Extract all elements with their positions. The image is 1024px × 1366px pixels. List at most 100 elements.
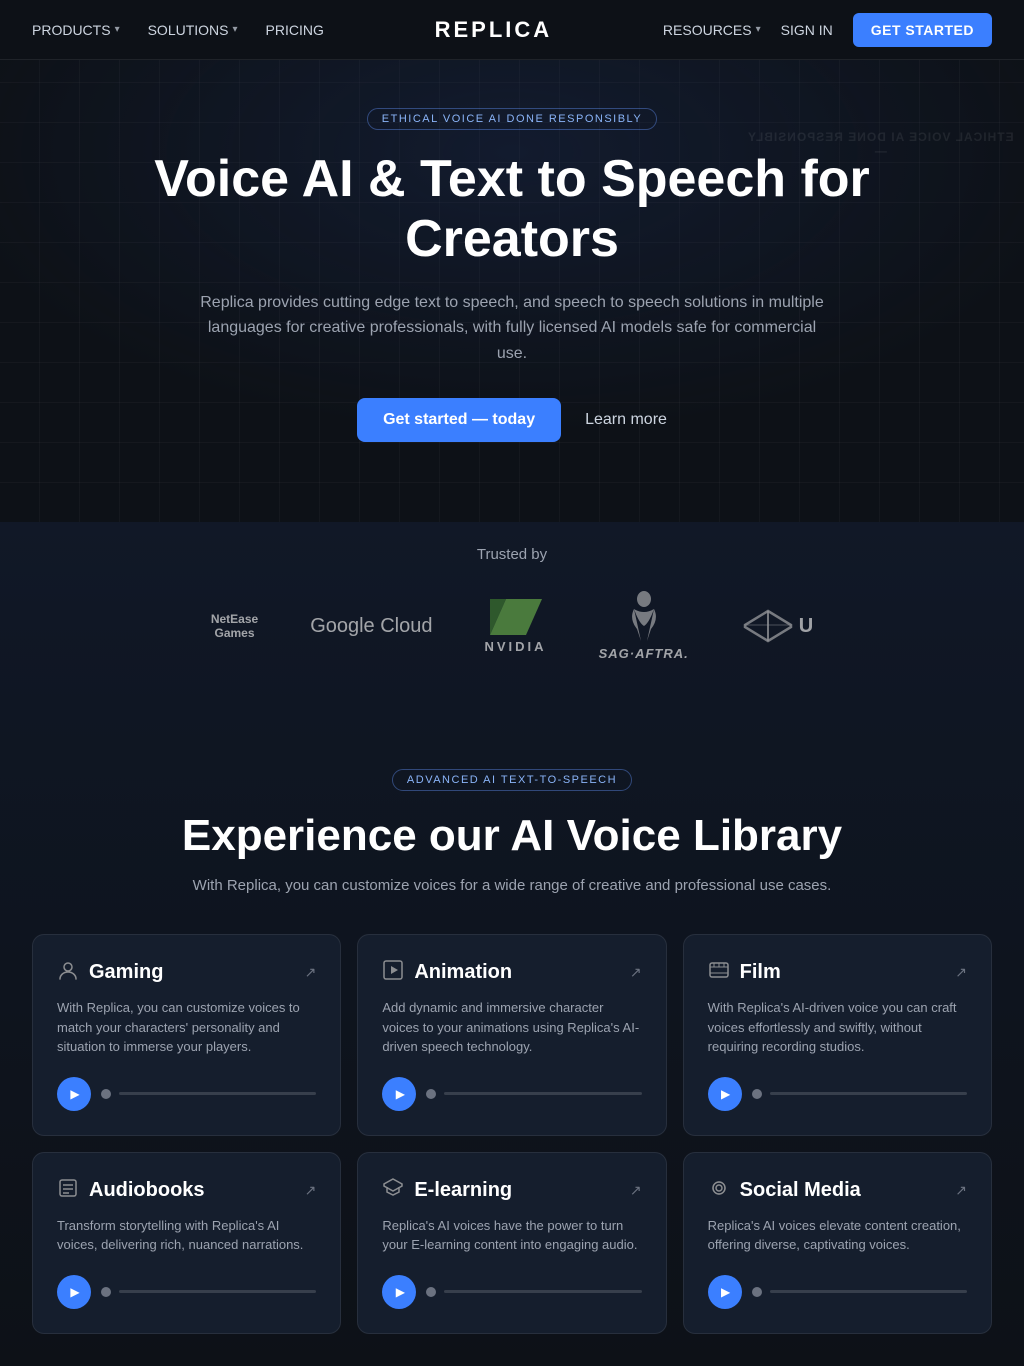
card-header-animation: Animation ↗: [382, 959, 641, 986]
hero-bg-text: ETHICAL VOICE AI DONE RESPONSIBLY—: [747, 130, 1014, 158]
navbar: PRODUCTS ▾ SOLUTIONS ▾ PRICING REPLICA R…: [0, 0, 1024, 60]
card-desc-film: With Replica's AI-driven voice you can c…: [708, 998, 967, 1057]
card-desc-gaming: With Replica, you can customize voices t…: [57, 998, 316, 1057]
card-title-gaming: Gaming: [89, 961, 163, 984]
audio-player-audiobooks: ▶: [57, 1275, 316, 1309]
film-icon: [708, 959, 730, 986]
external-link-icon-elearning[interactable]: ↗: [630, 1182, 642, 1199]
nav-right: RESOURCES ▾ SIGN IN GET STARTED: [663, 13, 992, 47]
site-logo[interactable]: REPLICA: [435, 17, 553, 43]
progress-track: [444, 1092, 641, 1095]
signin-button[interactable]: SIGN IN: [781, 22, 833, 38]
advanced-badge: ADVANCED AI TEXT-TO-SPEECH: [392, 769, 632, 791]
hero-title: Voice AI & Text to Speech for Creators: [102, 150, 922, 270]
logo-unity: U: [741, 609, 813, 643]
card-title-row: Animation: [382, 959, 512, 986]
progress-dot: [426, 1287, 436, 1297]
nav-solutions[interactable]: SOLUTIONS ▾: [148, 22, 238, 38]
card-animation: Animation ↗ Add dynamic and immersive ch…: [357, 934, 666, 1136]
audiobooks-icon: [57, 1177, 79, 1204]
card-title-row: E-learning: [382, 1177, 512, 1204]
progress-container: [101, 1287, 316, 1297]
play-icon: ▶: [70, 1087, 79, 1101]
chevron-down-icon: ▾: [233, 24, 238, 35]
progress-dot: [101, 1089, 111, 1099]
card-film: Film ↗ With Replica's AI-driven voice yo…: [683, 934, 992, 1136]
play-button-gaming[interactable]: ▶: [57, 1077, 91, 1111]
play-icon: ▶: [396, 1285, 405, 1299]
progress-track: [770, 1290, 967, 1293]
progress-dot: [101, 1287, 111, 1297]
progress-dot: [426, 1089, 436, 1099]
card-header-film: Film ↗: [708, 959, 967, 986]
play-button-animation[interactable]: ▶: [382, 1077, 416, 1111]
external-link-icon-socialmedia[interactable]: ↗: [955, 1182, 967, 1199]
logo-google: Google Cloud: [310, 615, 432, 638]
audio-player-elearning: ▶: [382, 1275, 641, 1309]
logo-row: NetEaseGames Google Cloud NVIDIA SAG·AFT…: [32, 591, 992, 661]
card-title-row: Gaming: [57, 959, 163, 986]
external-link-icon-gaming[interactable]: ↗: [305, 964, 317, 981]
nvidia-icon: [490, 599, 542, 635]
logo-sag-aftra: SAG·AFTRA.: [599, 591, 689, 661]
card-elearning: E-learning ↗ Replica's AI voices have th…: [357, 1152, 666, 1334]
card-title-row: Film: [708, 959, 781, 986]
progress-container: [101, 1089, 316, 1099]
audio-player-gaming: ▶: [57, 1077, 316, 1111]
gaming-icon: [57, 959, 79, 986]
sag-figure-icon: [629, 591, 659, 641]
progress-track: [119, 1290, 316, 1293]
nav-resources[interactable]: RESOURCES ▾: [663, 22, 761, 38]
socialmedia-icon: [708, 1177, 730, 1204]
card-title-socialmedia: Social Media: [740, 1179, 861, 1202]
card-gaming: Gaming ↗ With Replica, you can customize…: [32, 934, 341, 1136]
card-title-film: Film: [740, 961, 781, 984]
nav-left: PRODUCTS ▾ SOLUTIONS ▾ PRICING: [32, 22, 324, 38]
audio-player-animation: ▶: [382, 1077, 641, 1111]
progress-container: [752, 1287, 967, 1297]
external-link-icon-animation[interactable]: ↗: [630, 964, 642, 981]
logo-netease: NetEaseGames: [211, 612, 258, 641]
audio-player-socialmedia: ▶: [708, 1275, 967, 1309]
card-header-socialmedia: Social Media ↗: [708, 1177, 967, 1204]
progress-track: [119, 1092, 316, 1095]
unity-icon: [741, 609, 795, 643]
progress-track: [770, 1092, 967, 1095]
nav-pricing[interactable]: PRICING: [266, 22, 324, 38]
play-button-elearning[interactable]: ▶: [382, 1275, 416, 1309]
nav-products[interactable]: PRODUCTS ▾: [32, 22, 120, 38]
play-button-film[interactable]: ▶: [708, 1077, 742, 1111]
voice-library-subtitle: With Replica, you can customize voices f…: [32, 877, 992, 894]
card-header-gaming: Gaming ↗: [57, 959, 316, 986]
card-header-elearning: E-learning ↗: [382, 1177, 641, 1204]
play-icon: ▶: [721, 1087, 730, 1101]
play-button-socialmedia[interactable]: ▶: [708, 1275, 742, 1309]
logo-nvidia: NVIDIA: [485, 599, 547, 654]
chevron-down-icon: ▾: [115, 24, 120, 35]
progress-container: [426, 1089, 641, 1099]
get-started-nav-button[interactable]: GET STARTED: [853, 13, 992, 47]
hero-cta-button[interactable]: Get started — today: [357, 398, 561, 442]
play-icon: ▶: [721, 1285, 730, 1299]
card-socialmedia: Social Media ↗ Replica's AI voices eleva…: [683, 1152, 992, 1334]
voice-library-section: ADVANCED AI TEXT-TO-SPEECH Experience ou…: [0, 709, 1024, 1366]
animation-icon: [382, 959, 404, 986]
progress-container: [426, 1287, 641, 1297]
chevron-down-icon: ▾: [756, 24, 761, 35]
card-audiobooks: Audiobooks ↗ Transform storytelling with…: [32, 1152, 341, 1334]
external-link-icon-audiobooks[interactable]: ↗: [305, 1182, 317, 1199]
card-title-animation: Animation: [414, 961, 512, 984]
card-title-row: Audiobooks: [57, 1177, 205, 1204]
card-desc-animation: Add dynamic and immersive character voic…: [382, 998, 641, 1057]
card-title-elearning: E-learning: [414, 1179, 512, 1202]
card-title-row: Social Media: [708, 1177, 861, 1204]
hero-subtitle: Replica provides cutting edge text to sp…: [192, 290, 832, 367]
hero-learn-button[interactable]: Learn more: [585, 411, 667, 429]
external-link-icon-film[interactable]: ↗: [955, 964, 967, 981]
card-desc-elearning: Replica's AI voices have the power to tu…: [382, 1216, 641, 1255]
play-button-audiobooks[interactable]: ▶: [57, 1275, 91, 1309]
card-header-audiobooks: Audiobooks ↗: [57, 1177, 316, 1204]
trusted-label: Trusted by: [32, 546, 992, 563]
card-desc-socialmedia: Replica's AI voices elevate content crea…: [708, 1216, 967, 1255]
play-icon: ▶: [396, 1087, 405, 1101]
